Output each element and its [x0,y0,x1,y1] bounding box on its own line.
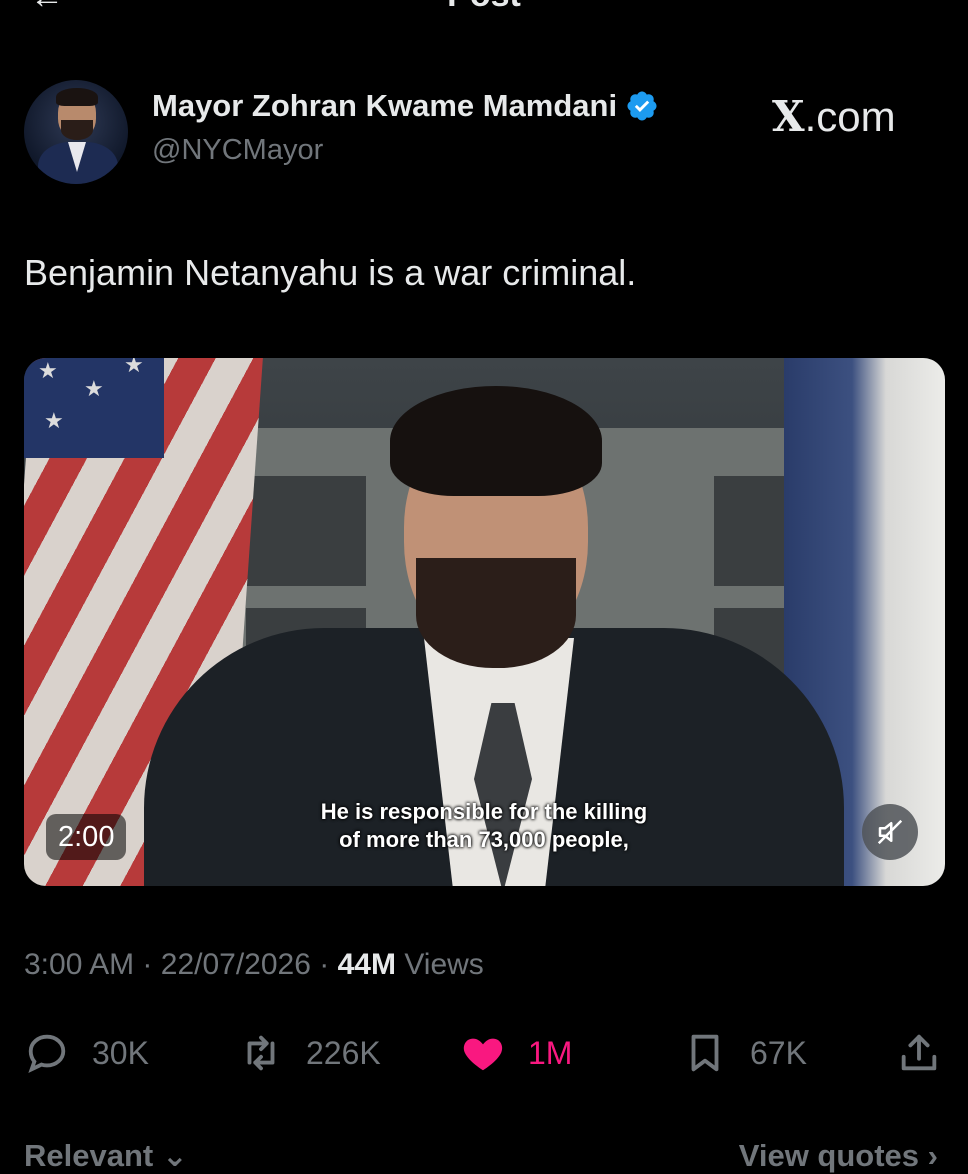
like-count: 1M [528,1034,573,1071]
x-logo-icon: X [772,92,805,141]
star-icon: ★ [38,358,58,383]
separator: · [142,948,153,981]
like-button[interactable]: 1M [460,1030,572,1076]
brand-suffix: .com [804,93,896,140]
caption-line: of more than 73,000 people, [339,827,629,852]
views-count[interactable]: 44M [338,948,396,981]
repost-count: 226K [306,1034,381,1071]
action-bar: 30K 226K 1M 67K [24,1030,944,1078]
verified-badge-icon [627,91,657,121]
bookmark-button[interactable]: 67K [682,1030,807,1076]
author-handle[interactable]: @NYCMayor [152,134,323,167]
author-name-row[interactable]: Mayor Zohran Kwame Mamdani [152,88,659,124]
reply-icon [28,1034,66,1074]
video-caption: He is responsible for the killing of mor… [284,798,684,854]
share-icon [901,1034,937,1071]
repost-button[interactable]: 226K [238,1030,381,1076]
reply-count: 30K [92,1034,149,1071]
view-quotes-label: View quotes [738,1138,920,1173]
top-bar: ← Post [0,0,968,14]
separator: · [319,948,330,981]
avatar[interactable] [24,80,128,184]
view-quotes-link[interactable]: View quotes › [739,1138,938,1174]
author-display-name[interactable]: Mayor Zohran Kwame Mamdani [152,88,617,124]
us-flag-canton: ★ ★ ★ ★ [24,358,164,458]
page-title: Post [0,0,968,14]
chevron-down-icon: ⌄ [161,1138,188,1173]
views-label: Views [404,948,484,981]
mute-button[interactable] [862,804,918,860]
brand-watermark: X.com [772,92,896,141]
chevron-right-icon: › [927,1138,938,1173]
bookmark-icon [691,1034,719,1072]
replies-footer: Relevant ⌄ View quotes › [0,1130,968,1174]
share-button[interactable] [896,1030,942,1076]
post-time[interactable]: 3:00 AM [24,948,134,981]
star-icon: ★ [84,376,104,401]
post-date[interactable]: 22/07/2026 [161,948,311,981]
speaker-hair [390,386,602,496]
reply-button[interactable]: 30K [24,1030,149,1076]
video-player[interactable]: ★ ★ ★ ★ 2:00 He is responsible for the k… [24,358,945,886]
star-icon: ★ [124,358,144,377]
avatar-hair [56,88,98,106]
avatar-beard [61,120,93,140]
sort-label: Relevant [24,1138,154,1173]
post-metadata: 3:00 AM · 22/07/2026 · 44M Views [24,948,484,982]
sort-dropdown[interactable]: Relevant ⌄ [24,1138,188,1174]
bookmark-count: 67K [750,1034,807,1071]
window-pane [246,476,366,586]
caption-line: He is responsible for the killing [320,799,648,824]
heart-filled-icon [463,1038,503,1071]
post-text: Benjamin Netanyahu is a war criminal. [24,252,637,293]
star-icon: ★ [44,408,64,433]
speaker-beard [416,558,576,668]
video-duration: 2:00 [46,814,127,860]
repost-icon [247,1035,275,1071]
speaker-muted-icon [877,819,903,845]
